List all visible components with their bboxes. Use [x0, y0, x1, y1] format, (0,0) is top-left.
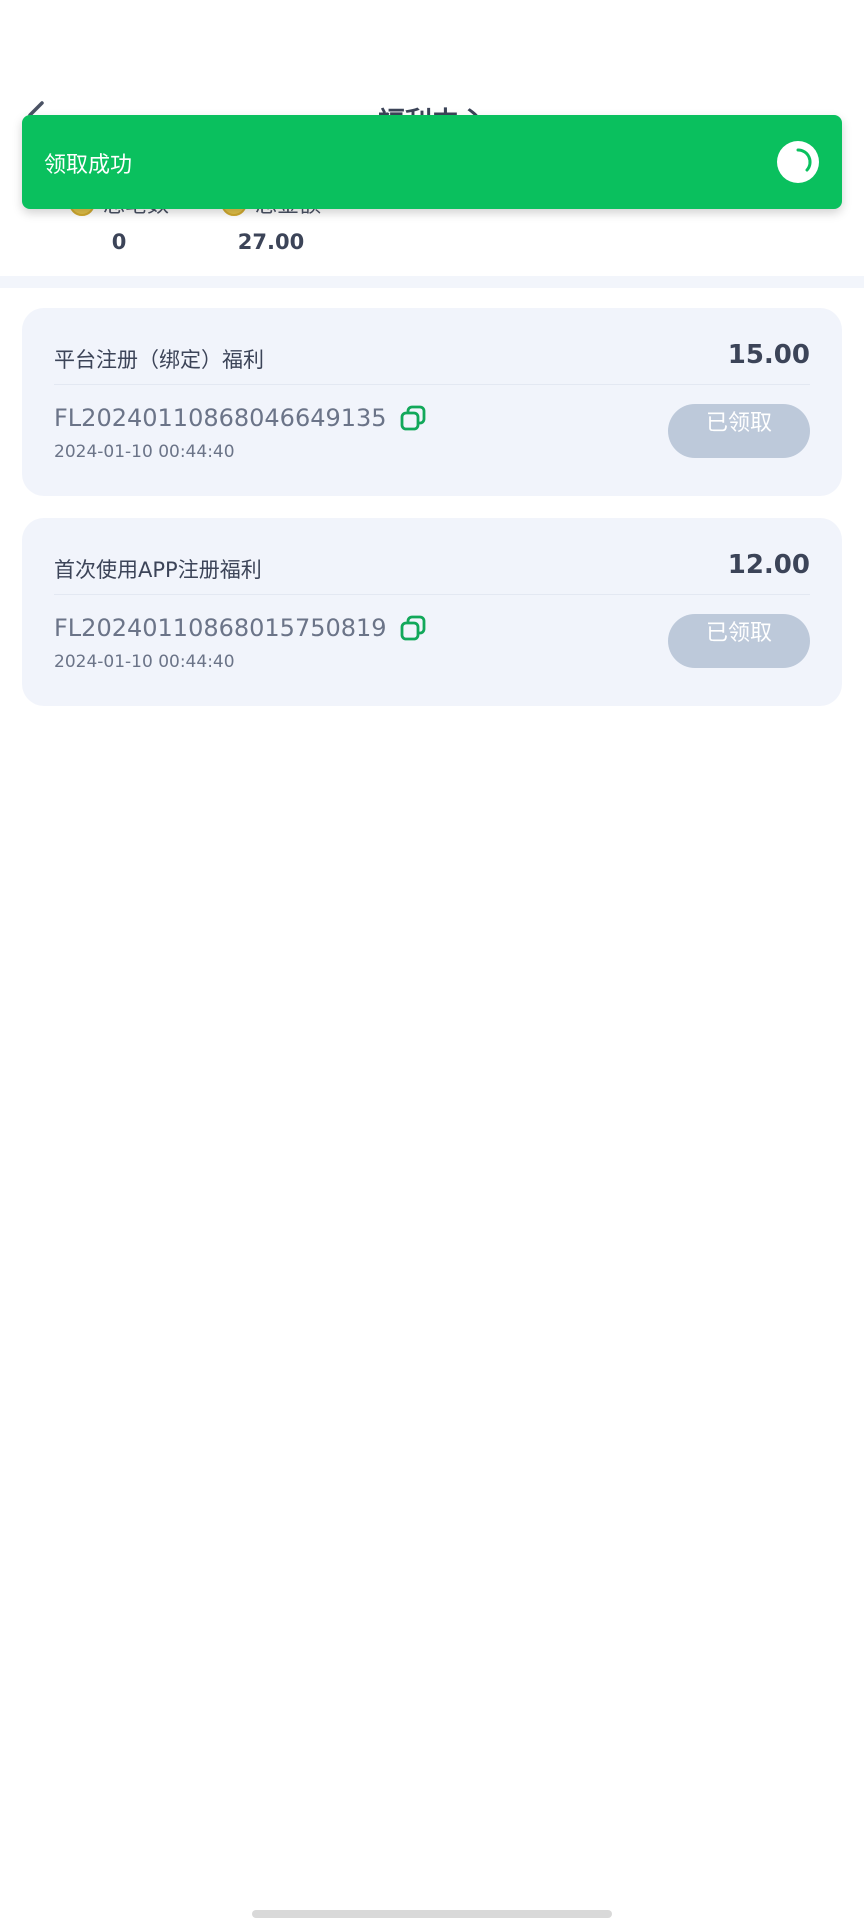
card-divider — [54, 594, 810, 595]
card-title: 首次使用APP注册福利 — [54, 558, 262, 582]
card-date: 2024-01-10 00:44:40 — [54, 652, 235, 672]
success-toast: 领取成功 — [22, 115, 842, 209]
toast-message: 领取成功 — [44, 153, 133, 178]
copy-icon[interactable] — [399, 614, 427, 642]
welfare-card: 平台注册（绑定）福利 15.00 FL20240110868046649135 … — [22, 308, 842, 496]
card-code: FL20240110868046649135 — [54, 404, 387, 432]
card-title: 平台注册（绑定）福利 — [54, 348, 264, 372]
claimed-button[interactable]: 已领取 — [668, 404, 810, 458]
card-code: FL20240110868015750819 — [54, 614, 387, 642]
card-amount: 12.00 — [727, 550, 810, 580]
home-indicator[interactable] — [252, 1910, 612, 1918]
card-divider — [54, 384, 810, 385]
card-date: 2024-01-10 00:44:40 — [54, 442, 235, 462]
card-code-row: FL20240110868046649135 — [54, 404, 427, 432]
card-code-row: FL20240110868015750819 — [54, 614, 427, 642]
card-amount: 15.00 — [727, 340, 810, 370]
stat-count-value: 0 — [111, 230, 127, 254]
section-divider — [0, 276, 864, 288]
claimed-button[interactable]: 已领取 — [668, 614, 810, 668]
stat-amount-value: 27.00 — [237, 230, 305, 254]
welfare-card: 首次使用APP注册福利 12.00 FL20240110868015750819… — [22, 518, 842, 706]
copy-icon[interactable] — [399, 404, 427, 432]
spinner-icon — [777, 141, 819, 183]
